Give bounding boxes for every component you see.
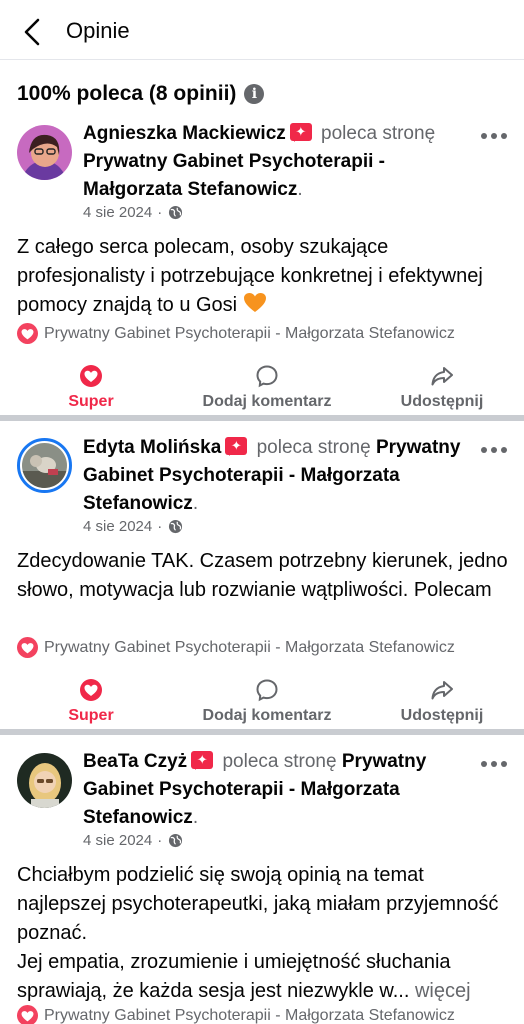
page-tag-label: Prywatny Gabinet Psychoterapii - Małgorz… — [44, 1006, 455, 1024]
page-tag[interactable]: Prywatny Gabinet Psychoterapii - Małgorz… — [17, 1005, 455, 1024]
super-button[interactable]: Super — [58, 358, 124, 416]
review-text: Zdecydowanie TAK. Czasem potrzebny kieru… — [17, 547, 508, 605]
post-date[interactable]: 4 sie 2024 — [83, 518, 152, 535]
love-reaction-icon — [80, 365, 102, 387]
comment-icon — [256, 365, 278, 388]
more-options-button[interactable] — [478, 126, 510, 146]
share-button[interactable]: Udostępnij — [390, 672, 494, 730]
meta-separator: · — [157, 518, 163, 535]
page-tag[interactable]: Prywatny Gabinet Psychoterapii - Małgorz… — [17, 637, 455, 658]
more-options-button[interactable] — [478, 754, 510, 774]
page-title: Opinie — [66, 18, 130, 43]
recommends-label: poleca stronę — [222, 751, 337, 772]
recommends-label: poleca stronę — [256, 437, 371, 458]
review-body-truncated: Jej empatia, zrozumienie i umiejętność s… — [17, 948, 508, 1006]
recommend-badge-icon: ✦ — [191, 751, 214, 770]
see-more-link[interactable]: więcej — [415, 980, 471, 1002]
heart-icon — [17, 1005, 38, 1024]
comment-label: Dodaj komentarz — [202, 707, 332, 724]
globe-icon — [169, 519, 183, 534]
recommendation-summary: 100% poleca (8 opinii) i — [17, 82, 265, 106]
reviewer-name[interactable]: BeaTa Czyż — [83, 751, 187, 772]
super-button[interactable]: Super — [58, 672, 124, 730]
post-date[interactable]: 4 sie 2024 — [83, 204, 152, 221]
recommends-label: poleca — [321, 123, 378, 144]
review-text: Chciałbym podzielić się swoją opinią na … — [17, 861, 508, 1006]
orange-heart-icon — [243, 293, 266, 312]
review-text: Z całego serca polecam, osoby szukające … — [17, 233, 508, 320]
avatar[interactable] — [17, 753, 72, 808]
share-label: Udostępnij — [400, 707, 484, 724]
card-separator — [0, 415, 524, 421]
love-reaction-icon — [80, 679, 102, 701]
card-separator — [0, 729, 524, 735]
meta-separator: · — [157, 832, 163, 849]
heart-icon — [17, 637, 38, 658]
comment-icon — [256, 679, 278, 702]
review-header: Agnieszka Mackiewicz ✦ poleca stronę Pryw… — [83, 123, 436, 200]
comment-button[interactable]: Dodaj komentarz — [190, 672, 344, 730]
post-date[interactable]: 4 sie 2024 — [83, 832, 152, 849]
super-label: Super — [68, 393, 114, 410]
page-prefix: stronę — [382, 123, 436, 144]
back-arrow-icon — [24, 18, 40, 46]
globe-icon — [169, 205, 183, 220]
comment-label: Dodaj komentarz — [202, 393, 332, 410]
recommend-badge-icon: ✦ — [289, 123, 312, 142]
page-tag-label: Prywatny Gabinet Psychoterapii - Małgorz… — [44, 324, 455, 342]
share-button[interactable]: Udostępnij — [390, 358, 494, 416]
share-icon — [431, 681, 453, 700]
page-tag-label: Prywatny Gabinet Psychoterapii - Małgorz… — [44, 638, 455, 656]
post-meta: 4 sie 2024 · — [83, 204, 183, 221]
action-bar: Super Dodaj komentarz Udostępnij — [0, 358, 524, 416]
globe-icon — [169, 833, 183, 848]
review-body: Zdecydowanie TAK. Czasem potrzebny kieru… — [17, 550, 508, 601]
review-body-line: Jej empatia, zrozumienie i umiejętność s… — [17, 951, 451, 1002]
info-icon[interactable]: i — [244, 84, 265, 104]
share-icon — [431, 367, 453, 386]
page-tag[interactable]: Prywatny Gabinet Psychoterapii - Małgorz… — [17, 323, 455, 344]
super-label: Super — [68, 707, 114, 724]
top-bar: Opinie — [0, 0, 524, 60]
summary-text: 100% poleca (8 opinii) — [17, 82, 237, 105]
heart-icon — [17, 323, 38, 344]
comment-button[interactable]: Dodaj komentarz — [190, 358, 344, 416]
avatar[interactable] — [17, 438, 72, 493]
reviewer-name[interactable]: Edyta Molińska — [83, 437, 221, 458]
recommend-badge-icon: ✦ — [225, 437, 248, 456]
review-body-line: Chciałbym podzielić się swoją opinią na … — [17, 864, 499, 944]
avatar[interactable] — [17, 125, 72, 180]
more-options-button[interactable] — [478, 440, 510, 460]
meta-separator: · — [157, 204, 163, 221]
action-bar: Super Dodaj komentarz Udostępnij — [0, 672, 524, 730]
post-meta: 4 sie 2024 · — [83, 518, 183, 535]
reviewer-name[interactable]: Agnieszka Mackiewicz — [83, 123, 286, 144]
back-button[interactable] — [14, 14, 50, 50]
review-header: Edyta Molińska ✦ poleca stronę Prywatny G… — [83, 437, 461, 514]
review-header: BeaTa Czyż ✦ poleca stronę Prywatny Gabin… — [83, 751, 427, 828]
share-label: Udostępnij — [400, 393, 484, 410]
post-meta: 4 sie 2024 · — [83, 832, 183, 849]
page-link[interactable]: Prywatny Gabinet Psychoterapii - Małgorz… — [83, 151, 385, 200]
